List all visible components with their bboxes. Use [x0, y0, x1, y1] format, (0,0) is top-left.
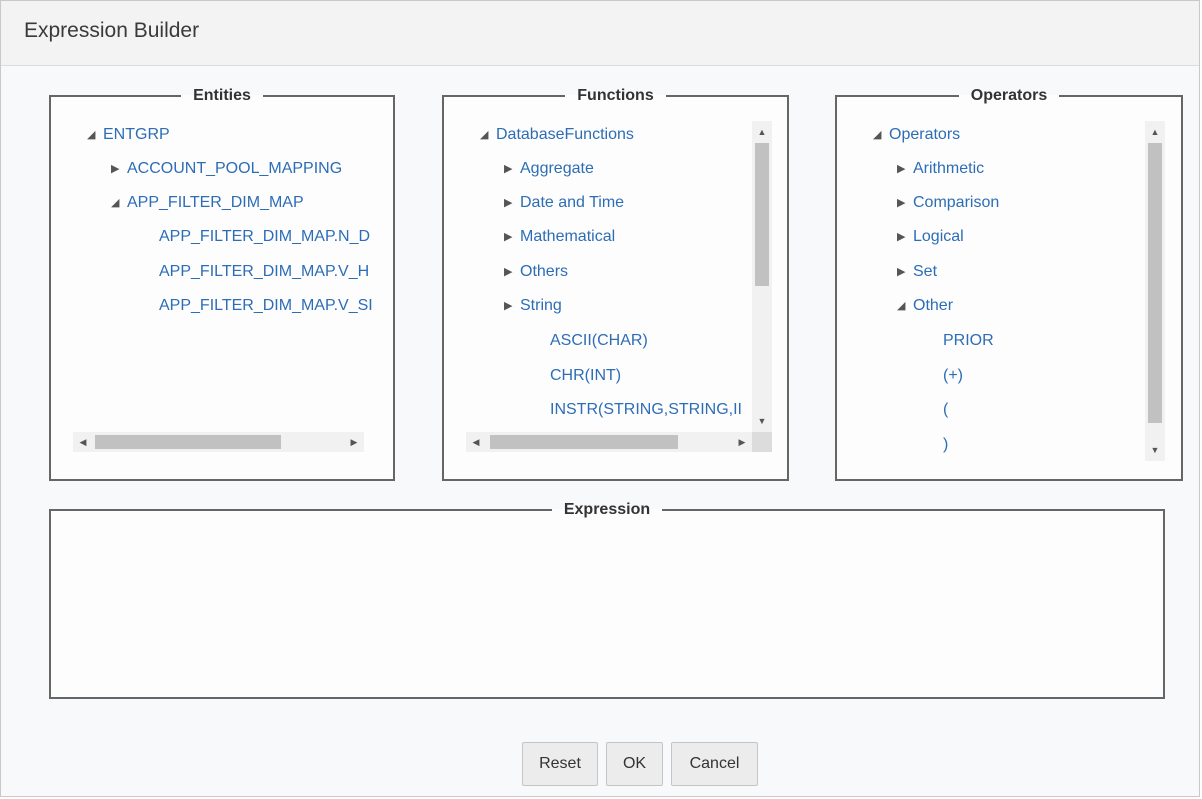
collapsed-icon[interactable]: ▶	[504, 193, 520, 213]
operators-tree: ◢ Operators ▶ Arithmetic ▶ Comparison ▶ Logi…	[859, 121, 1145, 461]
tree-node-others[interactable]: ▶ Others	[504, 262, 568, 282]
tree-node-account-pool-mapping[interactable]: ▶ ACCOUNT_POOL_MAPPING	[111, 159, 342, 179]
tree-leaf-prior[interactable]: PRIOR	[943, 331, 994, 351]
entities-horizontal-scrollbar[interactable]: ◀ ▶	[73, 432, 364, 452]
functions-vertical-scrollbar[interactable]: ▲ ▼	[752, 121, 772, 432]
scrollbar-thumb[interactable]	[490, 435, 678, 449]
tree-node-arithmetic[interactable]: ▶ Arithmetic	[897, 159, 984, 179]
scroll-down-icon[interactable]: ▼	[752, 412, 772, 430]
tree-node-date-and-time[interactable]: ▶ Date and Time	[504, 193, 624, 213]
tree-leaf-n-d[interactable]: APP_FILTER_DIM_MAP.N_D	[159, 227, 370, 247]
entities-legend: Entities	[193, 87, 251, 104]
entities-tree: ◢ ENTGRP ▶ ACCOUNT_POOL_MAPPING ◢ APP_FILTE…	[73, 121, 393, 431]
collapsed-icon[interactable]: ▶	[897, 227, 913, 247]
expression-legend: Expression	[563, 501, 651, 518]
scroll-down-icon[interactable]: ▼	[1145, 441, 1165, 459]
operators-vertical-scrollbar[interactable]: ▲ ▼	[1145, 121, 1165, 461]
dialog-titlebar: Expression Builder	[1, 1, 1199, 66]
scroll-left-icon[interactable]: ◀	[75, 432, 91, 452]
tree-leaf-close-paren[interactable]: )	[943, 435, 948, 455]
tree-node-logical[interactable]: ▶ Logical	[897, 227, 964, 247]
collapsed-icon[interactable]: ▶	[897, 262, 913, 282]
tree-node-other[interactable]: ◢ Other	[897, 296, 953, 316]
collapsed-icon[interactable]: ▶	[111, 159, 127, 179]
tree-leaf-chr[interactable]: CHR(INT)	[550, 366, 621, 386]
tree-node-set[interactable]: ▶ Set	[897, 262, 937, 282]
tree-node-comparison[interactable]: ▶ Comparison	[897, 193, 999, 213]
tree-node-aggregate[interactable]: ▶ Aggregate	[504, 159, 594, 179]
operators-legend: Operators	[970, 87, 1048, 104]
tree-node-operators[interactable]: ◢ Operators	[873, 125, 960, 145]
cancel-button[interactable]: Cancel	[671, 742, 758, 786]
scroll-right-icon[interactable]: ▶	[346, 432, 362, 452]
collapsed-icon[interactable]: ▶	[504, 296, 520, 316]
expression-builder-dialog: Expression Builder Entities ◢ ENTGRP ▶ ACC…	[0, 0, 1200, 797]
collapsed-icon[interactable]: ▶	[504, 262, 520, 282]
scroll-up-icon[interactable]: ▲	[752, 123, 772, 141]
expanded-icon[interactable]: ◢	[873, 125, 889, 145]
tree-leaf-v-h[interactable]: APP_FILTER_DIM_MAP.V_H	[159, 262, 369, 282]
tree-node-mathematical[interactable]: ▶ Mathematical	[504, 227, 615, 247]
collapsed-icon[interactable]: ▶	[897, 159, 913, 179]
tree-leaf-outer-join[interactable]: (+)	[943, 366, 963, 386]
scrollbar-thumb[interactable]	[1148, 143, 1162, 423]
tree-leaf-open-paren[interactable]: (	[943, 400, 948, 420]
scroll-right-icon[interactable]: ▶	[734, 432, 750, 452]
scrollbar-thumb[interactable]	[95, 435, 281, 449]
dialog-title: Expression Builder	[24, 19, 200, 42]
tree-leaf-ascii[interactable]: ASCII(CHAR)	[550, 331, 648, 351]
functions-horizontal-scrollbar[interactable]: ◀ ▶	[466, 432, 752, 452]
functions-legend: Functions	[577, 87, 654, 104]
tree-leaf-instr[interactable]: INSTR(STRING,STRING,II	[550, 400, 742, 420]
tree-node-databasefunctions[interactable]: ◢ DatabaseFunctions	[480, 125, 634, 145]
tree-node-app-filter-dim-map[interactable]: ◢ APP_FILTER_DIM_MAP	[111, 193, 304, 213]
expression-editor[interactable]	[53, 521, 1161, 695]
tree-node-entgrp[interactable]: ◢ ENTGRP	[87, 125, 170, 145]
scroll-left-icon[interactable]: ◀	[468, 432, 484, 452]
scrollbar-corner	[752, 432, 772, 452]
expanded-icon[interactable]: ◢	[897, 296, 913, 316]
collapsed-icon[interactable]: ▶	[504, 159, 520, 179]
expanded-icon[interactable]: ◢	[87, 125, 103, 145]
reset-button[interactable]: Reset	[522, 742, 598, 786]
expanded-icon[interactable]: ◢	[111, 193, 127, 213]
collapsed-icon[interactable]: ▶	[504, 227, 520, 247]
scroll-up-icon[interactable]: ▲	[1145, 123, 1165, 141]
scrollbar-thumb[interactable]	[755, 143, 769, 286]
expanded-icon[interactable]: ◢	[480, 125, 496, 145]
tree-node-string[interactable]: ▶ String	[504, 296, 562, 316]
collapsed-icon[interactable]: ▶	[897, 193, 913, 213]
tree-leaf-v-si[interactable]: APP_FILTER_DIM_MAP.V_SI	[159, 296, 373, 316]
functions-tree: ◢ DatabaseFunctions ▶ Aggregate ▶ Date and …	[466, 121, 752, 431]
ok-button[interactable]: OK	[606, 742, 663, 786]
